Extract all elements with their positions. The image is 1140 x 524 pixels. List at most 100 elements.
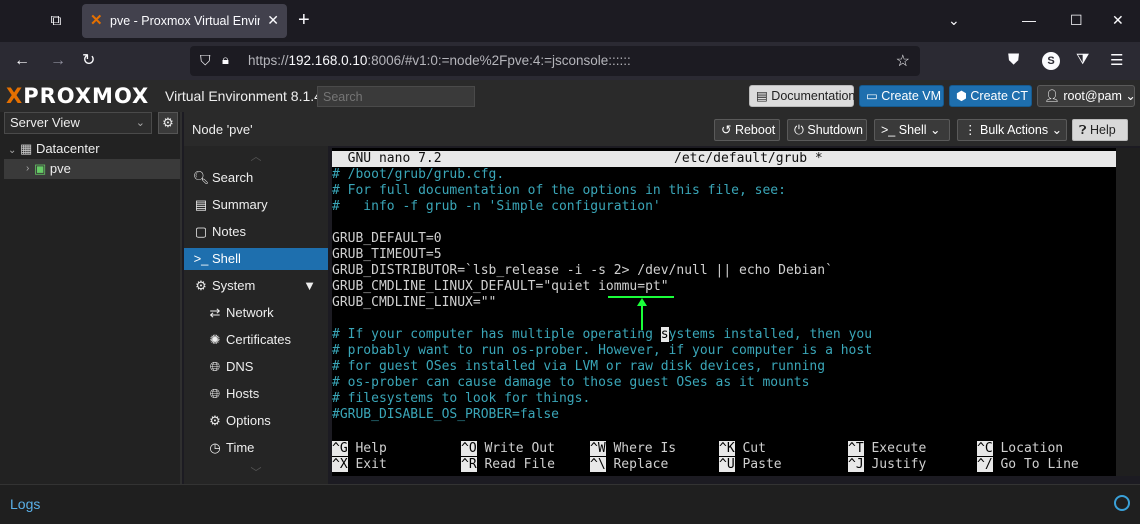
menu-item-dns[interactable]: 🌐︎ DNS <box>184 356 328 378</box>
menu-item-certificates[interactable]: ✺ Certificates <box>184 329 328 351</box>
menu-item-summary[interactable]: ▤ Summary <box>184 194 328 216</box>
server-icon: ▦ <box>20 141 33 156</box>
editor-line: # probably want to run os-prober. Howeve… <box>332 343 873 358</box>
editor-line: GRUB_DEFAULT=0 <box>332 231 442 246</box>
reload-icon[interactable]: ↻ <box>82 51 95 71</box>
logs-panel[interactable]: Logs <box>0 484 1140 524</box>
reboot-button[interactable]: ↺ Reboot <box>714 119 780 141</box>
shortcut-location: ^C Location <box>977 441 1064 456</box>
menu-item-system[interactable]: ⚙ System ▼ <box>184 275 328 297</box>
shield-icon[interactable]: ⛉ <box>200 52 211 69</box>
chevron-down-icon[interactable]: ⌄ <box>948 12 960 29</box>
create-vm-button[interactable]: ▭ Create VM <box>859 85 944 107</box>
caret-down-icon: ▼ <box>303 278 316 293</box>
editor-line: # for guest OSes installed via LVM or ra… <box>332 359 826 374</box>
tab-title: pve - Proxmox Virtual Environment <box>110 14 260 28</box>
shortcut-replace: ^\ Replace <box>590 457 669 472</box>
help-button[interactable]: ❓︎ Help <box>1072 119 1128 141</box>
shell-button[interactable]: >_ Shell ⌄ <box>874 119 950 141</box>
menu-item-search[interactable]: 🔍︎ Search <box>184 167 328 189</box>
browser-window: ⧉ ✕ pve - Proxmox Virtual Environment ✕ … <box>0 0 1140 524</box>
pve-header: XPROXMOX Virtual Environment 8.1.4 ▤ Doc… <box>0 80 1140 112</box>
search-icon: 🔍︎ <box>192 170 210 185</box>
close-icon[interactable]: ✕ <box>267 12 279 29</box>
browser-tab[interactable]: ✕ pve - Proxmox Virtual Environment ✕ <box>82 4 287 38</box>
chevron-down-icon[interactable]: ﹀ <box>184 464 328 480</box>
search-input[interactable] <box>317 86 475 107</box>
minimize-icon[interactable]: — <box>1022 12 1036 28</box>
shortcut-paste: ^U Paste <box>719 457 782 472</box>
book-icon: ▤ <box>194 197 208 212</box>
text-cursor: s <box>660 327 669 342</box>
nav-bar: ← → ↻ ⛉ 🔒︎ https://192.168.0.10:8006/#v1… <box>0 42 1140 80</box>
editor-line: # /boot/grub/grub.cfg. <box>332 167 505 182</box>
node-toolbar: Node 'pve' ↺ Reboot ⏻ Shutdown >_ Shell … <box>184 112 1140 146</box>
exchange-icon: ⇄ <box>209 305 221 320</box>
documentation-button[interactable]: ▤ Documentation <box>749 85 855 107</box>
menu-item-network[interactable]: ⇄ Network <box>184 302 328 324</box>
close-window-icon[interactable]: ✕ <box>1112 12 1124 29</box>
logs-title: Logs <box>10 496 41 512</box>
nano-title-bar: GNU nano 7.2/etc/default/grub * <box>332 151 1116 167</box>
menu-item-time[interactable]: ◷ Time <box>184 437 328 459</box>
terminal-icon: >_ <box>193 251 209 266</box>
star-icon[interactable]: ☆ <box>896 51 910 71</box>
menu-item-notes[interactable]: ▢ Notes <box>184 221 328 243</box>
editor-line: # filesystems to look for things. <box>332 391 591 406</box>
editor-line: # If your computer has multiple operatin… <box>332 327 873 342</box>
tree-datacenter[interactable]: ⌄ ▦ Datacenter <box>8 139 180 159</box>
cogs-icon: ⚙ <box>195 278 207 293</box>
terminal-console[interactable]: GNU nano 7.2/etc/default/grub * # /boot/… <box>332 148 1116 476</box>
product-title: Virtual Environment 8.1.4 <box>165 88 322 104</box>
ellipsis-icon: ⋮ <box>964 123 980 137</box>
chevron-right-icon[interactable]: › <box>26 159 29 179</box>
clock-icon: ◷ <box>209 440 221 455</box>
create-ct-button[interactable]: ⬢ Create CT <box>949 85 1032 107</box>
menu-icon[interactable]: ☰ <box>1110 51 1123 69</box>
bulk-actions-button[interactable]: ⋮ Bulk Actions ⌄ <box>957 119 1067 141</box>
editor-line: GRUB_CMDLINE_LINUX_DEFAULT="quiet iommu=… <box>332 279 669 294</box>
url-bar[interactable]: ⛉ 🔒︎ https://192.168.0.10:8006/#v1:0:=no… <box>190 46 920 76</box>
editor-line: # info -f grub -n 'Simple configuration' <box>332 199 661 214</box>
editor-line: # os-prober can cause damage to those gu… <box>332 375 810 390</box>
menu-item-options[interactable]: ⚙ Options <box>184 410 328 432</box>
lock-icon[interactable]: 🔒︎ <box>222 52 229 68</box>
power-icon: ⏻ <box>794 123 808 137</box>
shortcut-justify: ^J Justify <box>848 457 927 472</box>
gear-icon: ⚙ <box>209 413 221 428</box>
menu-item-shell[interactable]: >_ Shell <box>184 248 328 270</box>
plus-icon[interactable]: + <box>298 10 310 30</box>
shortcut-where-is: ^W Where Is <box>590 441 677 456</box>
chevron-up-icon[interactable]: ︿ <box>184 148 328 164</box>
url-text[interactable]: https://192.168.0.10:8006/#v1:0:=node%2F… <box>248 53 631 68</box>
profile-icon[interactable]: S <box>1042 52 1060 70</box>
cube-icon: ⬢ <box>956 89 971 103</box>
expand-icon[interactable] <box>1114 495 1130 511</box>
maximize-icon[interactable]: ☐ <box>1070 12 1083 29</box>
editor-line: GRUB_DISTRIBUTOR=`lsb_release -i -s 2> /… <box>332 263 833 278</box>
shortcut-help: ^G Help <box>332 441 387 456</box>
proxmox-favicon: ✕ <box>90 12 103 29</box>
forward-arrow-icon[interactable]: → <box>50 51 66 71</box>
pocket-icon[interactable]: ⛊ <box>1008 51 1019 68</box>
page-title: Node 'pve' <box>192 122 253 137</box>
notes-icon: ▢ <box>194 224 208 239</box>
editor-line: # For full documentation of the options … <box>332 183 786 198</box>
tree-node-pve[interactable]: › ▣ pve <box>4 159 180 179</box>
shutdown-button[interactable]: ⏻ Shutdown <box>787 119 867 141</box>
back-arrow-icon[interactable]: ← <box>14 51 30 71</box>
tab-list-icon[interactable]: ⧉ <box>46 11 66 31</box>
terminal-side-panel <box>1116 148 1140 476</box>
chevron-down-icon: ⌄ <box>930 123 941 137</box>
certificate-icon: ✺ <box>209 332 221 347</box>
terminal-icon: >_ <box>881 123 899 137</box>
shortcut-read-file: ^R Read File <box>461 457 555 472</box>
extensions-icon[interactable]: ⧩ <box>1076 51 1089 68</box>
chevron-down-icon: ⌄ <box>1125 89 1136 103</box>
chevron-down-icon[interactable]: ⌄ <box>8 145 16 156</box>
book-icon: ▤ <box>756 89 772 103</box>
menu-item-hosts[interactable]: 🌐︎ Hosts <box>184 383 328 405</box>
view-select[interactable]: Server View ⌄ <box>4 112 152 134</box>
user-menu-button[interactable]: 👤︎ root@pam ⌄ <box>1037 85 1136 107</box>
gear-icon[interactable]: ⚙ <box>158 112 178 134</box>
